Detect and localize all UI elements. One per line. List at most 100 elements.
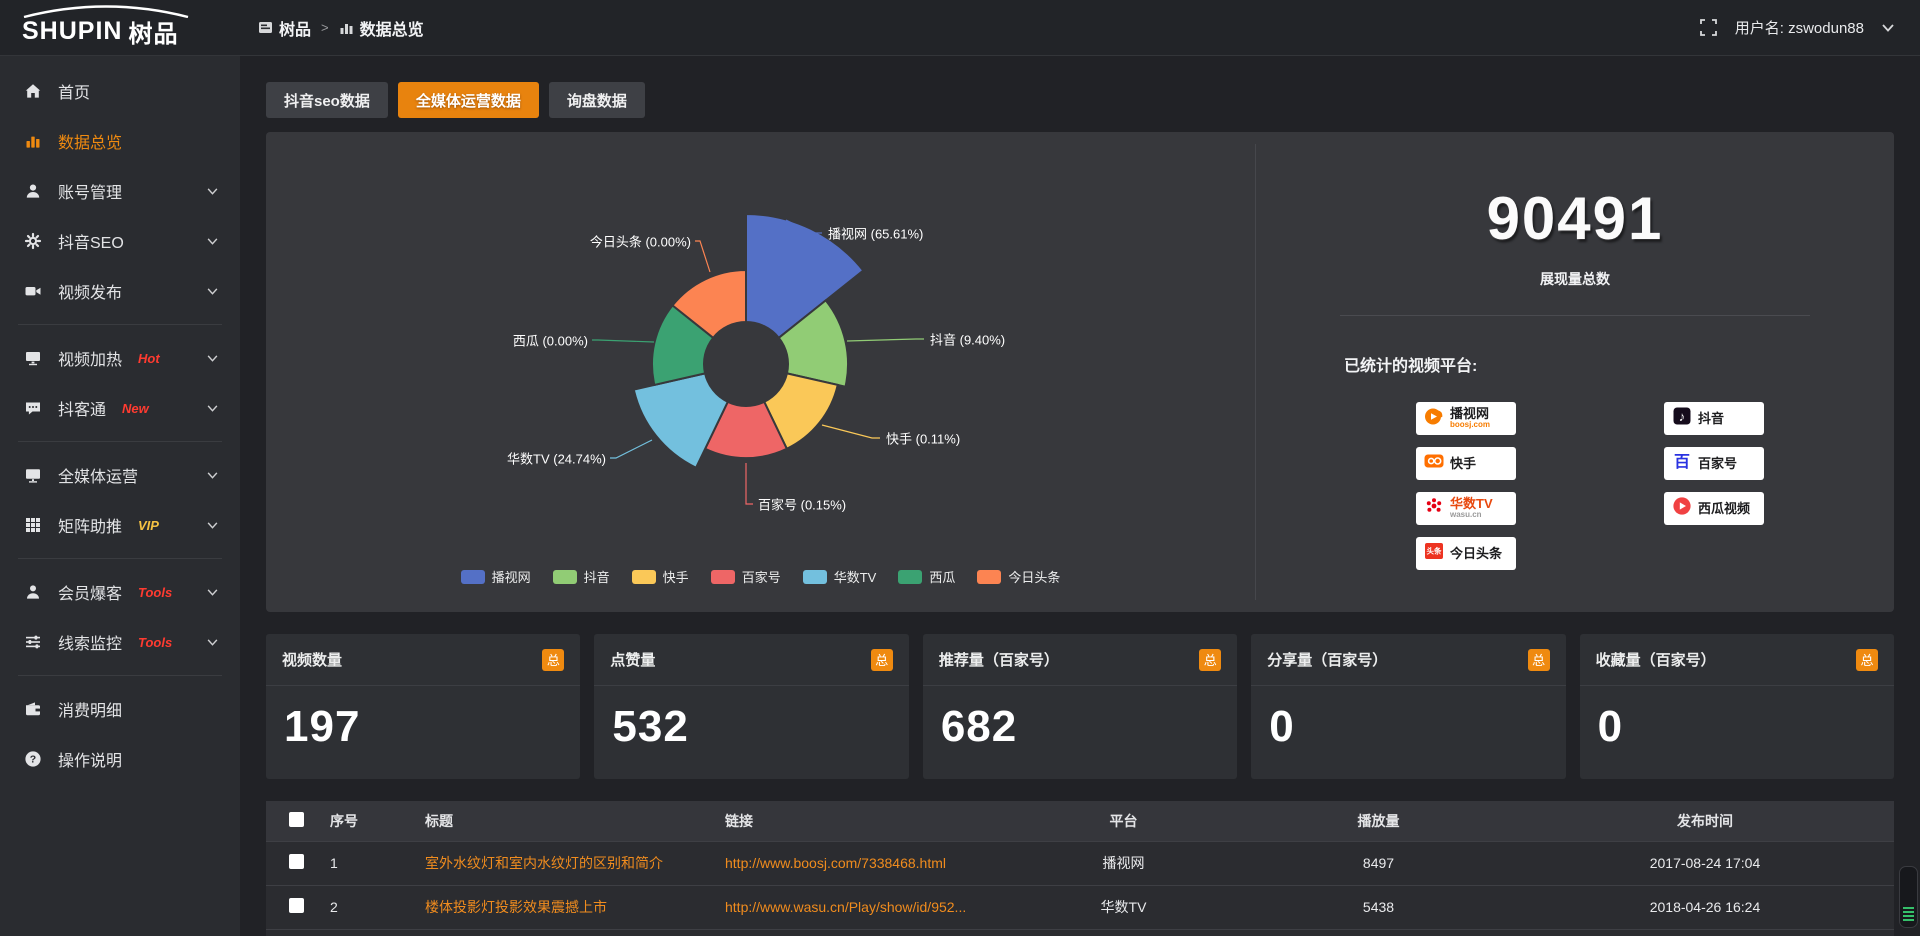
table-header-3: 链接 (721, 801, 1006, 841)
sidebar-item-sliders[interactable]: 线索监控Tools (0, 617, 240, 667)
stat-card-title: 视频数量 (282, 649, 342, 670)
chevron-down-icon (207, 516, 218, 534)
videos-table-panel: 序号标题链接平台播放量发布时间 1室外水纹灯和室内水纹灯的区别和简介http:/… (266, 801, 1894, 936)
sidebar-divider (18, 441, 222, 442)
pie-label-line (610, 440, 652, 458)
pie-label-line (695, 241, 710, 272)
tab-3[interactable]: 询盘数据 (549, 82, 645, 118)
impressions-total-value: 90491 (1256, 184, 1894, 253)
row-cell-5: 5438 (1241, 885, 1516, 929)
sidebar-item-wallet[interactable]: 消费明细 (0, 684, 240, 734)
row-title[interactable]: 楼体投影灯投影效果震撼上市 (421, 885, 721, 929)
legend-swatch (898, 570, 922, 584)
breadcrumb-root[interactable]: 树品 (258, 16, 311, 40)
row-cell-5 (1241, 929, 1516, 936)
legend-item[interactable]: 抖音 (553, 567, 610, 586)
platform-name-text: 快手 (1450, 457, 1476, 471)
legend-item[interactable]: 华数TV (803, 567, 877, 586)
legend-swatch (803, 570, 827, 584)
sidebar-item-home[interactable]: 首页 (0, 66, 240, 116)
legend-item[interactable]: 百家号 (711, 567, 781, 586)
stat-card-value: 0 (1251, 686, 1565, 752)
legend-item[interactable]: 播视网 (461, 567, 531, 586)
legend-item[interactable]: 西瓜 (898, 567, 955, 586)
logo-arc-icon (20, 5, 192, 18)
select-all-checkbox[interactable] (289, 812, 304, 827)
row-link-anchor[interactable]: http://www.wasu.cn/Play/show/id/952... (725, 899, 966, 915)
table-header-5: 播放量 (1241, 801, 1516, 841)
stat-card-value: 682 (923, 686, 1237, 752)
row-link-anchor[interactable]: http://www.boosj.com/7338468.html (725, 855, 946, 871)
stat-card-title: 收藏量（百家号） (1596, 649, 1716, 670)
tab-2[interactable]: 全媒体运营数据 (398, 82, 539, 118)
sidebar-item-user[interactable]: 账号管理 (0, 166, 240, 216)
overview-panel: 播视网抖音快手百家号华数TV西瓜今日头条 播视网 (65.61%)抖音 (9.4… (266, 132, 1894, 612)
pie-svg (266, 132, 1255, 612)
stat-card-title: 点赞量 (610, 649, 655, 670)
app-icon (258, 20, 273, 35)
platform-badges: 播视网boosj.com快手华数TVwasu.cn头条今日头条♪抖音百百家号西瓜… (1416, 402, 1894, 570)
stat-card-header: 视频数量总 (266, 634, 580, 686)
sidebar-item-label: 操作说明 (58, 747, 122, 771)
sidebar-item-screen[interactable]: 视频加热Hot (0, 333, 240, 383)
sidebar-item-member[interactable]: 会员爆客Tools (0, 567, 240, 617)
sidebar-item-chart[interactable]: 数据总览 (0, 116, 240, 166)
breadcrumb-current[interactable]: 数据总览 (339, 16, 424, 40)
platform-name: 华数TVwasu.cn (1450, 497, 1493, 519)
row-checkbox[interactable] (289, 898, 304, 913)
chevron-down-icon (207, 349, 218, 367)
legend-label: 快手 (663, 567, 689, 586)
table-header-4: 平台 (1006, 801, 1241, 841)
legend-swatch (461, 570, 485, 584)
row-link: http://www.wasu.cn/Play/show/id/952... (721, 885, 1006, 929)
sidebar-item-label: 账号管理 (58, 179, 122, 203)
legend-swatch (711, 570, 735, 584)
pie-label: 华数TV (24.74%) (507, 449, 606, 468)
row-title[interactable]: 室外水纹灯和室内水纹灯的区别和简介 (421, 841, 721, 885)
sidebar-item-badge: Hot (138, 351, 160, 366)
legend-item[interactable]: 今日头条 (977, 567, 1060, 586)
platform-name: 快手 (1450, 457, 1476, 471)
legend-label: 华数TV (834, 567, 877, 586)
floating-widget[interactable] (1899, 866, 1918, 928)
platform-sub-text: wasu.cn (1450, 511, 1493, 520)
row-cell-4 (1006, 929, 1241, 936)
row-cell-6 (1516, 929, 1894, 936)
row-cell-6: 2018-04-26 16:24 (1516, 885, 1894, 929)
sidebar-item-gear[interactable]: 抖音SEO (0, 216, 240, 266)
question-icon: ? (24, 750, 42, 768)
fullscreen-icon[interactable] (1700, 19, 1717, 36)
pie-slice-5[interactable] (634, 373, 728, 467)
table-row: 2楼体投影灯投影效果震撼上市http://www.wasu.cn/Play/sh… (266, 885, 1894, 929)
app-logo[interactable]: SHUPIN 树品 (0, 0, 240, 56)
platform-name-text: 西瓜视频 (1698, 502, 1750, 516)
sidebar-item-grid[interactable]: 矩阵助推VIP (0, 500, 240, 550)
breadcrumb-separator: > (321, 20, 329, 35)
sidebar-item-label: 首页 (58, 79, 90, 103)
platform-column-1: 播视网boosj.com快手华数TVwasu.cn头条今日头条 (1416, 402, 1516, 570)
row-cell-1 (326, 929, 421, 936)
legend-item[interactable]: 快手 (632, 567, 689, 586)
toutiao-icon: 头条 (1423, 540, 1445, 567)
stat-card-value: 532 (594, 686, 908, 752)
sidebar-item-question[interactable]: ? 操作说明 (0, 734, 240, 784)
tab-1[interactable]: 抖音seo数据 (266, 82, 388, 118)
stat-card-1: 视频数量总197 (266, 634, 580, 779)
stat-card-4: 分享量（百家号）总0 (1251, 634, 1565, 779)
platform-column-2: ♪抖音百百家号西瓜视频 (1664, 402, 1764, 570)
stat-card-3: 推荐量（百家号）总682 (923, 634, 1237, 779)
sidebar-item-monitor[interactable]: 全媒体运营 (0, 450, 240, 500)
chevron-down-icon (1882, 24, 1894, 32)
sidebar-item-chat[interactable]: 抖客通New (0, 383, 240, 433)
table-header-6: 发布时间 (1516, 801, 1894, 841)
row-title[interactable] (421, 929, 721, 936)
row-checkbox[interactable] (289, 854, 304, 869)
boosj-icon (1423, 405, 1445, 432)
legend-label: 播视网 (492, 567, 531, 586)
legend-label: 西瓜 (929, 567, 955, 586)
stat-card-header: 点赞量总 (594, 634, 908, 686)
platform-badge-kuaishou: 快手 (1416, 447, 1516, 480)
username-menu[interactable]: 用户名: zswodun88 (1735, 17, 1864, 38)
sidebar-item-video[interactable]: 视频发布 (0, 266, 240, 316)
summary-divider (1340, 315, 1810, 316)
